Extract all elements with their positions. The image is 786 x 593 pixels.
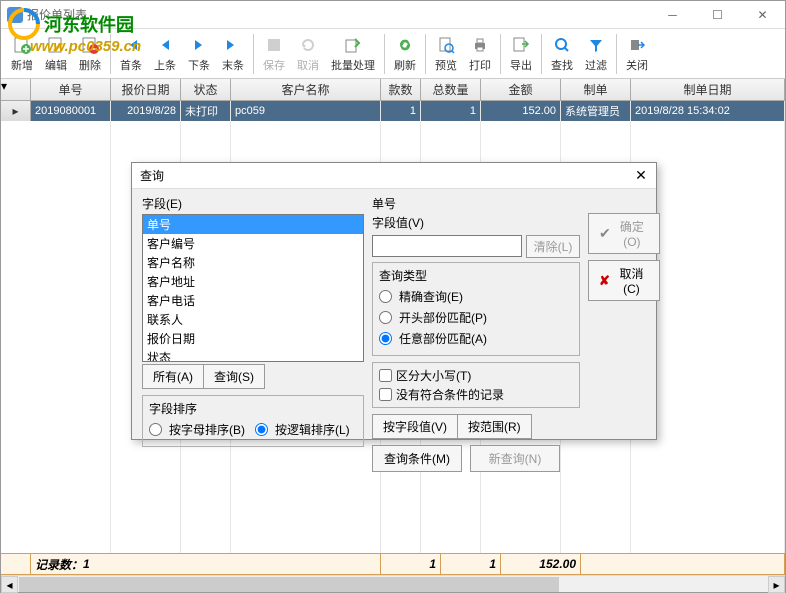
dialog-close-button[interactable]: ✕ xyxy=(630,165,652,185)
grid-header: ▾ 单号 报价日期 状态 客户名称 款数 总数量 金额 制单 制单日期 xyxy=(1,79,785,101)
next-button[interactable]: 下条 xyxy=(182,31,216,77)
window-title: 报价单列表 xyxy=(27,6,87,23)
new-button[interactable]: 新增 xyxy=(5,31,39,77)
field-item[interactable]: 客户电话 xyxy=(143,291,363,310)
dialog-cancel-button[interactable]: ✘取消(C) xyxy=(588,260,660,301)
field-value-input[interactable] xyxy=(372,235,522,257)
col-date[interactable]: 报价日期 xyxy=(111,79,181,100)
x-icon: ✘ xyxy=(599,273,610,289)
any-radio[interactable]: 任意部份匹配(A) xyxy=(379,328,573,349)
col-qty1[interactable]: 款数 xyxy=(381,79,421,100)
toolbar: 新增 编辑 删除 首条 上条 下条 末条 保存 取消 批量处理 刷新 预览 打印… xyxy=(1,29,785,79)
field-item[interactable]: 客户名称 xyxy=(143,253,363,272)
titlebar[interactable]: 报价单列表 ─ ☐ ✕ xyxy=(1,1,785,29)
edit-button[interactable]: 编辑 xyxy=(39,31,73,77)
query-type-fieldset: 查询类型 精确查询(E) 开头部份匹配(P) 任意部份匹配(A) xyxy=(372,262,580,356)
batch-button[interactable]: 批量处理 xyxy=(325,31,381,77)
exact-radio[interactable]: 精确查询(E) xyxy=(379,286,573,307)
noexist-checkbox[interactable]: 没有符合条件的记录 xyxy=(379,385,573,404)
h-scrollbar[interactable]: ◂ ▸ xyxy=(1,575,785,592)
by-value-tab[interactable]: 按字段值(V) xyxy=(372,414,458,439)
sort-alpha-radio[interactable]: 按字母排序(B) xyxy=(149,419,245,440)
right-label: 单号 xyxy=(372,195,580,212)
field-item[interactable]: 单号 xyxy=(143,215,363,234)
last-button[interactable]: 末条 xyxy=(216,31,250,77)
new-query-button[interactable]: 新查询(N) xyxy=(470,445,560,472)
check-icon: ✔ xyxy=(599,225,611,242)
field-listbox[interactable]: 单号客户编号客户名称客户地址客户电话联系人报价日期状态制单制单日期合同号码交货方… xyxy=(142,214,364,362)
col-id[interactable]: 单号 xyxy=(31,79,111,100)
query-condition-button[interactable]: 查询条件(M) xyxy=(372,445,462,472)
by-range-tab[interactable]: 按范围(R) xyxy=(458,414,532,439)
close-button[interactable]: ✕ xyxy=(740,1,785,29)
ok-button[interactable]: ✔确定(O) xyxy=(588,213,660,254)
app-icon xyxy=(7,7,23,23)
dialog-title: 查询 xyxy=(140,167,164,184)
col-amount[interactable]: 金额 xyxy=(481,79,561,100)
delete-button[interactable]: 删除 xyxy=(73,31,107,77)
clear-button[interactable]: 清除(L) xyxy=(526,235,580,258)
field-item[interactable]: 状态 xyxy=(143,348,363,362)
value-label: 字段值(V) xyxy=(372,214,424,231)
scroll-left-icon[interactable]: ◂ xyxy=(1,576,18,593)
scroll-thumb[interactable] xyxy=(19,577,559,592)
case-checkbox[interactable]: 区分大小写(T) xyxy=(379,366,573,385)
query-dialog: 查询 ✕ 字段(E) 单号客户编号客户名称客户地址客户电话联系人报价日期状态制单… xyxy=(131,162,657,440)
sort-logic-radio[interactable]: 按逻辑排序(L) xyxy=(255,419,350,440)
col-maker[interactable]: 制单 xyxy=(561,79,631,100)
tab-query[interactable]: 查询(S) xyxy=(204,364,265,389)
cancel-button: 取消 xyxy=(291,31,325,77)
prev-button[interactable]: 上条 xyxy=(148,31,182,77)
maximize-button[interactable]: ☐ xyxy=(695,1,740,29)
fields-label: 字段(E) xyxy=(142,195,364,212)
field-item[interactable]: 客户编号 xyxy=(143,234,363,253)
toolbar-close-button[interactable]: 关闭 xyxy=(620,31,654,77)
filter-button[interactable]: 过滤 xyxy=(579,31,613,77)
print-button[interactable]: 打印 xyxy=(463,31,497,77)
preview-button[interactable]: 预览 xyxy=(429,31,463,77)
row-indicator[interactable]: ▸ xyxy=(1,101,31,121)
tab-all[interactable]: 所有(A) xyxy=(142,364,204,389)
statusbar: 记录数：1 1 1 152.00 xyxy=(1,553,785,575)
scroll-right-icon[interactable]: ▸ xyxy=(768,576,785,593)
field-item[interactable]: 联系人 xyxy=(143,310,363,329)
minimize-button[interactable]: ─ xyxy=(650,1,695,29)
sort-fieldset: 字段排序 按字母排序(B) 按逻辑排序(L) xyxy=(142,395,364,447)
field-item[interactable]: 报价日期 xyxy=(143,329,363,348)
row-selector-header[interactable]: ▾ xyxy=(1,79,31,100)
export-button[interactable]: 导出 xyxy=(504,31,538,77)
dialog-titlebar[interactable]: 查询 ✕ xyxy=(132,163,656,189)
save-button: 保存 xyxy=(257,31,291,77)
first-button[interactable]: 首条 xyxy=(114,31,148,77)
col-customer[interactable]: 客户名称 xyxy=(231,79,381,100)
col-qty2[interactable]: 总数量 xyxy=(421,79,481,100)
col-mdate[interactable]: 制单日期 xyxy=(631,79,785,100)
field-item[interactable]: 客户地址 xyxy=(143,272,363,291)
start-radio[interactable]: 开头部份匹配(P) xyxy=(379,307,573,328)
refresh-button[interactable]: 刷新 xyxy=(388,31,422,77)
search-button[interactable]: 查找 xyxy=(545,31,579,77)
col-status[interactable]: 状态 xyxy=(181,79,231,100)
